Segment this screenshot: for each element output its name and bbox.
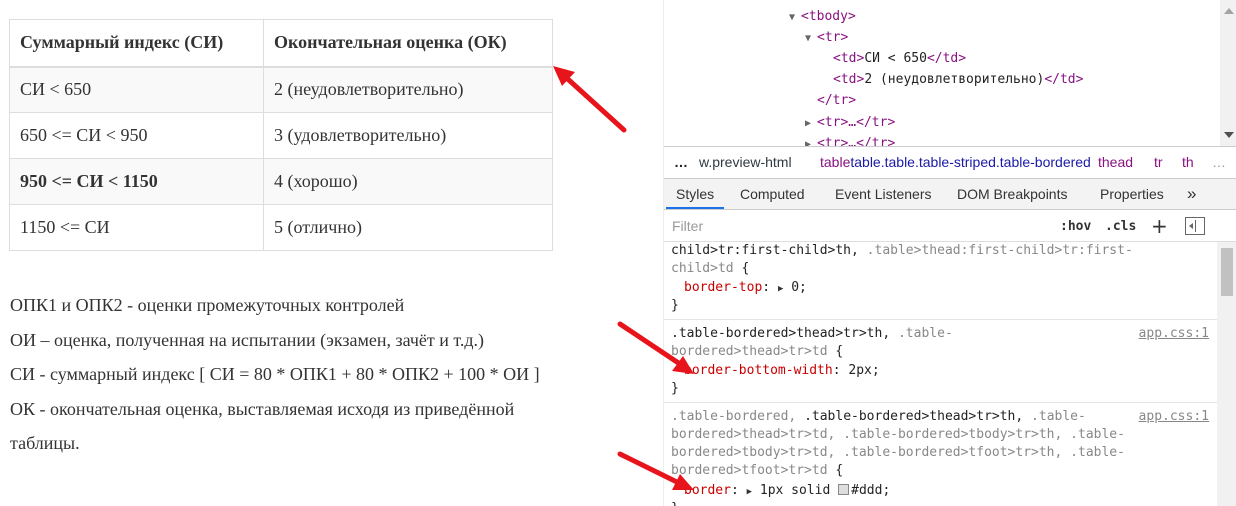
rule-declaration[interactable]: border-top: ▶ 0; <box>684 279 807 297</box>
table-row: СИ < 650 2 (неудовлетворительно) <box>9 66 553 113</box>
table-cell: 950 <= СИ < 1150 <box>9 158 264 205</box>
tabs-overflow-button[interactable]: » <box>1187 179 1196 209</box>
breadcrumb-more[interactable]: … <box>674 147 688 178</box>
dom-node-td[interactable]: <td>СИ < 650</td> <box>833 48 966 69</box>
table-head: Суммарный индекс (СИ) Окончательная оцен… <box>9 19 553 68</box>
table-cell: 4 (хорошо) <box>263 158 553 205</box>
rule-selector: .table-bordered, .table-bordered>thead>t… <box>671 409 1086 424</box>
note-line: ОИ – оценка, полученная на испытании (эк… <box>10 329 485 350</box>
header-cell-grade: Окончательная оценка (ОК) <box>263 19 553 68</box>
elements-tree: ▼ <tbody> ▼ <tr> <td>СИ < 650</td> <td>2 (… <box>664 0 1236 146</box>
breadcrumb-item[interactable]: tabletable.table.table-striped.table-bor… <box>820 147 1091 178</box>
triangle-collapsed-icon[interactable]: ▶ <box>805 113 817 134</box>
rule-declaration[interactable]: border: ▶ 1px solid #ddd; <box>684 482 890 500</box>
triangle-collapsed-icon[interactable]: ▶ <box>805 134 817 146</box>
expand-triangle-icon[interactable]: ▶ <box>778 284 783 294</box>
table-cell: 2 (неудовлетворительно) <box>263 66 553 113</box>
note-line: таблицы. <box>10 433 80 453</box>
toggle-sidebar-icon[interactable] <box>1185 217 1205 235</box>
source-link[interactable]: app.css:1 <box>1139 326 1209 341</box>
tab-properties[interactable]: Properties <box>1100 179 1164 209</box>
styles-tab-bar: Styles Computed Event Listeners DOM Brea… <box>664 179 1236 210</box>
scroll-up-icon[interactable] <box>1224 8 1234 14</box>
elements-scrollbar[interactable] <box>1220 0 1236 146</box>
expand-triangle-icon[interactable]: ▶ <box>747 487 752 497</box>
new-rule-button[interactable]: + <box>1151 214 1168 238</box>
rule-selector: bordered>thead>tr>td { <box>671 344 844 359</box>
dom-node-tr-close[interactable]: </tr> <box>817 90 856 111</box>
style-rule: app.css:1 .table-bordered, .table-border… <box>664 403 1217 506</box>
table-header-row: Суммарный индекс (СИ) Окончательная оцен… <box>9 19 553 68</box>
breadcrumb-trailing[interactable]: … <box>1212 147 1226 178</box>
rule-close-brace: } <box>671 381 679 396</box>
rule-declaration[interactable]: border-bottom-width: 2px; <box>684 362 880 380</box>
breadcrumb-item[interactable]: tr <box>1154 147 1163 178</box>
header-cell-index: Суммарный индекс (СИ) <box>9 19 264 68</box>
rule-selector: bordered>thead>tr>td, .table-bordered>tb… <box>671 427 1125 442</box>
tab-styles[interactable]: Styles <box>666 179 725 209</box>
breadcrumb: … w.preview-html tabletable.table.table-… <box>664 146 1236 179</box>
style-rule: app.css:1 .table-bordered>thead>tr>th, .… <box>664 320 1217 403</box>
note-line: СИ - суммарный индекс [ СИ = 80 * ОПК1 +… <box>10 364 540 384</box>
table-row: 650 <= СИ < 950 3 (удовлетворительно) <box>9 112 553 159</box>
scroll-thumb[interactable] <box>1221 248 1233 296</box>
devtools-panel: ▼ <tbody> ▼ <tr> <td>СИ < 650</td> <td>2 (… <box>663 0 1236 506</box>
table-row: 1150 <= СИ 5 (отлично) <box>9 204 553 251</box>
dom-node-tr[interactable]: ▼ <tr> <box>805 27 848 48</box>
table-cell: 3 (удовлетворительно) <box>263 112 553 159</box>
rule-selector: bordered>tbody>tr>td, .table-bordered>tf… <box>671 445 1125 460</box>
tab-event-listeners[interactable]: Event Listeners <box>835 179 932 209</box>
table-body: СИ < 650 2 (неудовлетворительно) 650 <= … <box>9 66 553 251</box>
hover-state-button[interactable]: :hov <box>1060 217 1091 237</box>
notes-block: ОПК1 и ОПК2 - оценки промежуточных контр… <box>10 288 610 461</box>
rule-close-brace: } <box>671 298 679 313</box>
table-cell: 5 (отлично) <box>263 204 553 251</box>
rule-selector: .table-bordered>thead>tr>th, .table- <box>671 326 953 341</box>
source-link[interactable]: app.css:1 <box>1139 409 1209 424</box>
table-cell: 650 <= СИ < 950 <box>9 112 264 159</box>
rule-close-brace: } <box>671 500 679 506</box>
tab-computed[interactable]: Computed <box>740 179 805 209</box>
dom-node-tr-collapsed[interactable]: ▶ <tr>…</tr> <box>805 112 895 133</box>
styles-pane: child>tr:first-child>th, .table>thead:fi… <box>664 242 1217 506</box>
triangle-expanded-icon[interactable]: ▼ <box>789 7 801 28</box>
table-row: 950 <= СИ < 1150 4 (хорошо) <box>9 158 553 205</box>
note-line: ОК - окончательная оценка, выставляемая … <box>10 398 515 419</box>
color-swatch-icon[interactable] <box>838 484 850 495</box>
breadcrumb-item[interactable]: w.preview-html <box>699 147 792 178</box>
table-cell: СИ < 650 <box>9 66 264 113</box>
rule-selector: child>tr:first-child>th, .table>thead:fi… <box>671 243 1133 258</box>
breadcrumb-item[interactable]: thead <box>1098 147 1133 178</box>
dom-node-td[interactable]: <td>2 (неудовлетворительно)</td> <box>833 69 1083 90</box>
triangle-expanded-icon[interactable]: ▼ <box>805 28 817 49</box>
styles-scrollbar[interactable] <box>1217 242 1236 506</box>
scroll-down-icon[interactable] <box>1224 132 1234 138</box>
grades-table: Суммарный индекс (СИ) Окончательная оцен… <box>9 19 553 251</box>
dom-node-tbody[interactable]: ▼ <tbody> <box>789 6 856 27</box>
note-line: ОПК1 и ОПК2 - оценки промежуточных контр… <box>10 295 405 315</box>
breadcrumb-item[interactable]: th <box>1182 147 1194 178</box>
styles-filter-bar: :hov .cls + <box>664 211 1236 242</box>
table-cell: 1150 <= СИ <box>9 204 264 251</box>
rule-selector: child>td { <box>671 261 750 276</box>
tab-dom-breakpoints[interactable]: DOM Breakpoints <box>957 179 1067 209</box>
class-toggle-button[interactable]: .cls <box>1105 217 1136 237</box>
preview-pane: Суммарный индекс (СИ) Окончательная оцен… <box>0 0 640 506</box>
dom-node-tr-collapsed[interactable]: ▶ <tr>…</tr> <box>805 133 895 146</box>
filter-input[interactable] <box>668 214 1043 238</box>
rule-selector: bordered>tfoot>tr>td { <box>671 463 844 478</box>
style-rule: child>tr:first-child>th, .table>thead:fi… <box>664 242 1217 320</box>
